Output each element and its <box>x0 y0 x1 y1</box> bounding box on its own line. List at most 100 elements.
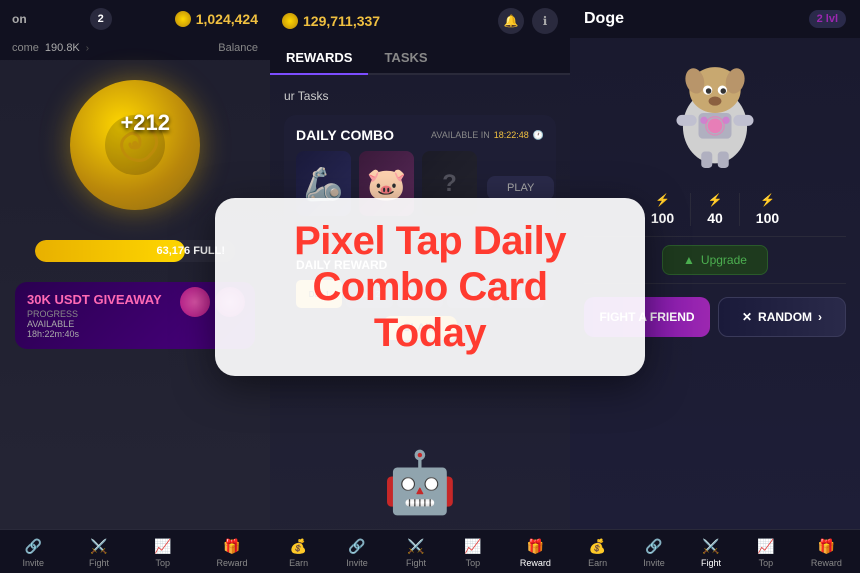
tab-tasks[interactable]: TASKS <box>368 42 443 73</box>
giveaway-timer: 18h:22m:40s <box>27 329 243 339</box>
combo-card-2: 🐷 <box>359 151 414 216</box>
nav-invite-label-left: Invite <box>23 558 45 568</box>
income-value: 190.8K <box>45 42 80 54</box>
combo-title: DAILY COMBO <box>296 127 394 143</box>
nav-top-label-left: Top <box>155 558 170 568</box>
combo-play-button[interactable]: PLAY <box>487 176 554 200</box>
stat-icon-3: ⚡ <box>760 193 775 207</box>
invite-icon-left: 🔗 <box>25 538 42 555</box>
reward-day-3: Day 3 <box>397 280 443 308</box>
nav-invite-label-right: Invite <box>643 558 665 568</box>
middle-header: 129,711,337 🔔 ℹ REWARDS TASKS <box>270 0 570 75</box>
stat-item-3: ⚡ 100 <box>740 193 795 226</box>
giveaway-banner[interactable]: 30K USDT GIVEAWAY PROGRESS AVAILABLE 18h… <box>15 282 255 349</box>
bottom-nav-left: 🔗 Invite ⚔️ Fight 📈 Top 🎁 Reward <box>0 529 270 573</box>
divider-upgrade <box>584 283 846 284</box>
stat-value-2: 40 <box>707 210 723 226</box>
nav-earn-right[interactable]: 💰 Earn <box>588 538 607 568</box>
invite-icon-right: 🔗 <box>645 538 662 555</box>
nav-fight-middle[interactable]: ⚔️ Fight <box>406 538 426 568</box>
reward-days-row: Day 1 Day 2 Day 3 Day 4 Day 5 <box>296 280 544 308</box>
fight-icon-left: ⚔️ <box>90 538 107 555</box>
fight-icon-right: ⚔️ <box>702 538 719 555</box>
nav-reward-left[interactable]: 🎁 Reward <box>216 538 247 568</box>
nav-top-right[interactable]: 📈 Top <box>757 538 774 568</box>
reward-day-2: Day 2 <box>346 280 392 308</box>
middle-panel: 129,711,337 🔔 ℹ REWARDS TASKS ur Tasks D… <box>270 0 570 573</box>
nav-reward-right[interactable]: 🎁 Reward <box>811 538 842 568</box>
reward-day-4: Day 4 <box>447 280 493 308</box>
coin-icon-left <box>175 11 191 27</box>
reward-day-5: Day 5 <box>498 280 544 308</box>
char-figure-middle: 🤖 <box>383 447 458 518</box>
nav-earn-middle[interactable]: 💰 Earn <box>289 538 308 568</box>
stat-icon-2: ⚡ <box>708 193 723 207</box>
nav-fight-label-left: Fight <box>89 558 109 568</box>
reward-icon-middle: 🎁 <box>527 538 544 555</box>
energy-bar: 63,176 FULL! <box>35 240 235 262</box>
nav-earn-label-right: Earn <box>588 558 607 568</box>
earn-icon-right: 💰 <box>589 538 606 555</box>
middle-header-top: 129,711,337 🔔 ℹ <box>270 8 570 42</box>
main-coin[interactable] <box>70 80 200 210</box>
reward-icon-right: 🎁 <box>818 538 835 555</box>
giveaway-available: AVAILABLE <box>27 319 243 329</box>
coin-icon-middle <box>282 13 298 29</box>
bottom-nav-right: 💰 Earn 🔗 Invite ⚔️ Fight 📈 Top 🎁 Reward <box>570 529 860 573</box>
combo-cards-row: 🦾 🐷 ? <box>296 151 477 216</box>
fight-friend-button[interactable]: FIGHT A FRIEND <box>584 297 710 337</box>
combo-card-3: ? <box>422 151 477 216</box>
balance-display-middle: 129,711,337 <box>282 13 380 29</box>
header-icons-middle: 🔔 ℹ <box>498 8 558 34</box>
daily-combo-card: DAILY COMBO AVAILABLE IN 18:22:48 🕐 🦾 <box>284 115 556 236</box>
random-icon: ✕ <box>742 310 752 324</box>
tab-bar-middle: REWARDS TASKS <box>270 42 570 75</box>
combo-timer: 18:22:48 <box>494 130 529 140</box>
reward-icon-left: 🎁 <box>223 538 240 555</box>
combo-card-header: DAILY COMBO AVAILABLE IN 18:22:48 🕐 <box>296 127 544 143</box>
reward-day-1: Day 1 <box>296 280 342 308</box>
info-icon[interactable]: ℹ <box>532 8 558 34</box>
stat-item-1: ⚡ 100 <box>635 193 691 226</box>
right-header: Doge 2 lvl <box>570 0 860 38</box>
claim-button[interactable]: CLAIM <box>383 316 458 340</box>
nav-invite-right[interactable]: 🔗 Invite <box>643 538 665 568</box>
arrow-icon: › <box>86 43 89 54</box>
income-row: come 190.8K › Balance <box>0 38 270 60</box>
nav-top-left[interactable]: 📈 Top <box>154 538 171 568</box>
random-arrow-icon: › <box>818 310 822 324</box>
bottom-nav-middle: 💰 Earn 🔗 Invite ⚔️ Fight 📈 Top 🎁 Reward <box>270 529 570 573</box>
notification-icon[interactable]: 🔔 <box>498 8 524 34</box>
timer-icon: 🕐 <box>533 130 544 141</box>
nav-reward-label-middle: Reward <box>520 558 551 568</box>
stat-value-1: 100 <box>651 210 674 226</box>
doge-character <box>660 48 770 178</box>
combo-available: AVAILABLE IN 18:22:48 🕐 <box>431 130 544 141</box>
divider-stats <box>584 236 846 237</box>
balance-label-left: Balance <box>218 42 258 54</box>
earn-icon-middle: 💰 <box>290 538 307 555</box>
nav-invite-middle[interactable]: 🔗 Invite <box>346 538 368 568</box>
top-icon-middle: 📈 <box>464 538 481 555</box>
upgrade-button[interactable]: ▲ Upgrade <box>662 245 768 275</box>
level-badge-right: 2 lvl <box>809 10 846 28</box>
nav-fight-left[interactable]: ⚔️ Fight <box>89 538 109 568</box>
level-badge-left: 2 <box>90 8 112 30</box>
invite-icon-middle: 🔗 <box>348 538 365 555</box>
giveaway-decorations <box>180 287 245 317</box>
top-icon-right: 📈 <box>757 538 774 555</box>
blob-purple <box>215 287 245 317</box>
balance-display-left: 1,024,424 <box>175 11 258 27</box>
nav-earn-label-middle: Earn <box>289 558 308 568</box>
tasks-section: ur Tasks DAILY COMBO AVAILABLE IN 18:22:… <box>270 75 570 352</box>
random-button[interactable]: ✕ RANDOM › <box>718 297 846 337</box>
nav-reward-label-right: Reward <box>811 558 842 568</box>
nav-reward-label-left: Reward <box>216 558 247 568</box>
tab-rewards[interactable]: REWARDS <box>270 42 368 73</box>
nav-reward-middle[interactable]: 🎁 Reward <box>520 538 551 568</box>
nav-fight-label-middle: Fight <box>406 558 426 568</box>
nav-invite-left[interactable]: 🔗 Invite <box>23 538 45 568</box>
nav-fight-right[interactable]: ⚔️ Fight <box>701 538 721 568</box>
app-name-left: on <box>12 12 27 26</box>
nav-top-middle[interactable]: 📈 Top <box>464 538 481 568</box>
